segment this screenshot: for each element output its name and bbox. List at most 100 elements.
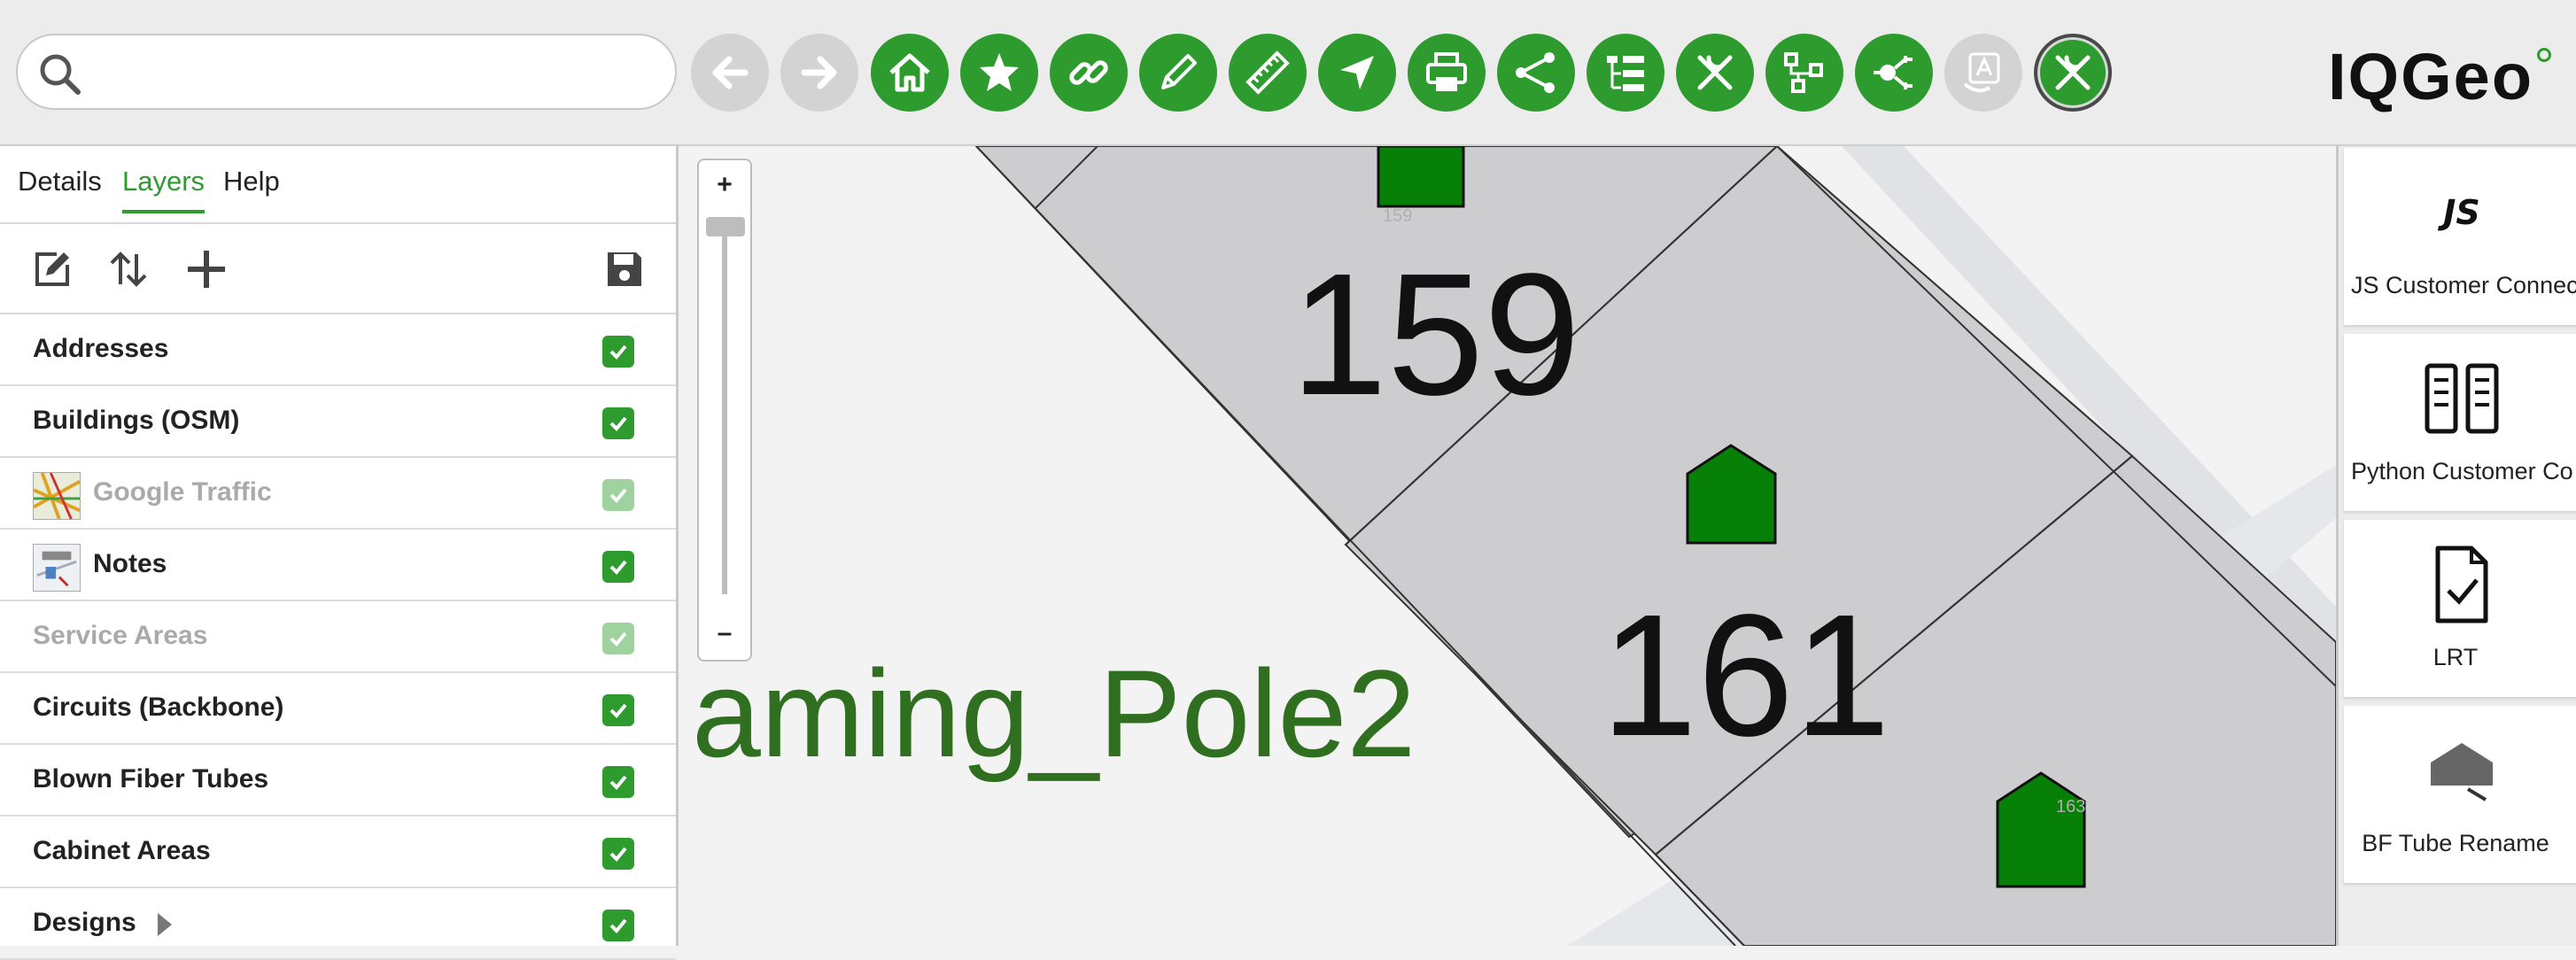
layer-label: Google Traffic bbox=[93, 477, 272, 507]
zoom-slider-handle[interactable] bbox=[706, 217, 745, 236]
js-icon-text: JS bbox=[2443, 193, 2480, 232]
app-card-label: Python Customer Co bbox=[2351, 458, 2573, 484]
app-card-js-customer-connect[interactable]: JS JS Customer Connect bbox=[2344, 148, 2576, 325]
document-check-icon bbox=[2435, 546, 2488, 623]
arrow-left-icon bbox=[712, 56, 749, 89]
pencil-icon bbox=[1161, 54, 1197, 89]
tab-layers[interactable]: Layers bbox=[122, 166, 206, 213]
arrow-right-icon bbox=[801, 56, 837, 89]
layer-checkbox[interactable] bbox=[602, 407, 634, 439]
forward-button[interactable] bbox=[780, 34, 858, 112]
app-card-label: LRT bbox=[2432, 644, 2479, 670]
logo-dot bbox=[2537, 48, 2551, 62]
tab-help[interactable]: Help bbox=[223, 166, 280, 197]
logo-text: IQGeo bbox=[2328, 40, 2534, 113]
layer-checkbox[interactable] bbox=[602, 766, 634, 798]
zoom-in-button[interactable]: + bbox=[699, 160, 750, 212]
tools-button[interactable] bbox=[1676, 34, 1754, 112]
layer-label: Blown Fiber Tubes bbox=[33, 764, 269, 794]
layer-label: Circuits (Backbone) bbox=[33, 693, 284, 722]
layer-row-blown-fiber-tubes[interactable]: Blown Fiber Tubes bbox=[0, 745, 676, 817]
layer-label: Notes bbox=[93, 549, 167, 578]
edit-layers-icon[interactable] bbox=[30, 247, 74, 291]
layer-row-google-traffic[interactable]: Google Traffic bbox=[0, 458, 676, 530]
layer-row-notes[interactable]: Notes bbox=[0, 530, 676, 601]
save-icon[interactable] bbox=[602, 247, 647, 291]
zoom-out-button[interactable]: – bbox=[699, 608, 750, 660]
admin-tools-button[interactable] bbox=[2034, 34, 2112, 112]
expand-arrow-icon[interactable] bbox=[158, 913, 172, 936]
app-card-bf-tube-rename[interactable]: BF Tube Rename bbox=[2344, 706, 2576, 883]
printer-icon bbox=[1426, 52, 1467, 91]
layer-label: Buildings (OSM) bbox=[33, 406, 240, 435]
bookmark-button[interactable] bbox=[960, 34, 1038, 112]
search-box[interactable] bbox=[16, 34, 677, 110]
map-view[interactable]: 159 163 159 161 aming_Pole2 + – bbox=[681, 146, 2336, 946]
app-card-python-customer-connect[interactable]: Python Customer Co bbox=[2344, 334, 2576, 511]
pole-label: aming_Pole2 bbox=[692, 644, 1416, 783]
tab-details[interactable]: Details bbox=[18, 166, 102, 197]
tools-icon bbox=[1697, 55, 1733, 90]
search-icon bbox=[40, 54, 81, 95]
left-panel: Details Layers Help Addresses Buildings … bbox=[0, 146, 679, 960]
small-parcel-label: 159 bbox=[1383, 206, 1413, 226]
small-parcel-label: 163 bbox=[2056, 797, 2086, 817]
share-icon bbox=[1516, 52, 1555, 93]
layer-checkbox[interactable] bbox=[602, 551, 634, 583]
house-cursor-icon bbox=[2431, 743, 2493, 801]
layer-row-addresses[interactable]: Addresses bbox=[0, 314, 676, 386]
add-layer-icon[interactable] bbox=[184, 247, 229, 291]
panel-tabs: Details Layers Help bbox=[0, 146, 676, 224]
app-card-label: JS Customer Connect bbox=[2351, 272, 2576, 298]
layer-checkbox[interactable] bbox=[602, 838, 634, 870]
plug-icon bbox=[1874, 56, 1913, 89]
checkmark-icon bbox=[609, 847, 627, 862]
iqgeo-logo: IQGeo bbox=[2328, 34, 2551, 113]
traffic-map-icon bbox=[33, 472, 81, 520]
python-columns-icon bbox=[2425, 363, 2499, 434]
checkmark-icon bbox=[609, 703, 627, 718]
layer-checkbox[interactable] bbox=[602, 479, 634, 511]
layer-row-buildings[interactable]: Buildings (OSM) bbox=[0, 386, 676, 458]
layer-label: Addresses bbox=[33, 334, 169, 363]
right-panel: JS JS Customer Connect Python Customer C… bbox=[2336, 146, 2576, 946]
wrench-screwdriver-icon bbox=[2055, 55, 2091, 90]
measure-button[interactable] bbox=[1229, 34, 1307, 112]
checkmark-icon bbox=[609, 488, 627, 503]
home-icon bbox=[889, 53, 930, 92]
layer-row-cabinet-areas[interactable]: Cabinet Areas bbox=[0, 817, 676, 888]
layer-row-circuits[interactable]: Circuits (Backbone) bbox=[0, 673, 676, 745]
layer-row-designs[interactable]: Designs bbox=[0, 888, 676, 960]
layer-checkbox[interactable] bbox=[602, 623, 634, 654]
connect-button[interactable] bbox=[1855, 34, 1933, 112]
layer-checkbox[interactable] bbox=[602, 694, 634, 726]
back-button[interactable] bbox=[691, 34, 769, 112]
translate-button[interactable] bbox=[1944, 34, 2022, 112]
layer-row-service-areas[interactable]: Service Areas bbox=[0, 601, 676, 673]
ruler-icon bbox=[1245, 50, 1290, 95]
app-card-lrt[interactable]: LRT bbox=[2344, 520, 2576, 697]
navigate-button[interactable] bbox=[1318, 34, 1396, 112]
app-card-label: BF Tube Rename bbox=[2362, 830, 2549, 856]
checkmark-icon bbox=[609, 918, 627, 933]
zoom-track[interactable] bbox=[722, 222, 727, 594]
sort-layers-icon[interactable] bbox=[106, 247, 151, 291]
layer-checkbox[interactable] bbox=[602, 910, 634, 941]
print-button[interactable] bbox=[1408, 34, 1486, 112]
search-input[interactable] bbox=[97, 44, 659, 101]
zoom-control: + – bbox=[697, 159, 752, 662]
tree-button[interactable] bbox=[1587, 34, 1664, 112]
edit-button[interactable] bbox=[1139, 34, 1217, 112]
hierarchy-list-icon bbox=[1607, 56, 1644, 91]
link-button[interactable] bbox=[1050, 34, 1128, 112]
network-button[interactable] bbox=[1765, 34, 1843, 112]
checkmark-icon bbox=[609, 775, 627, 790]
layer-checkbox[interactable] bbox=[602, 336, 634, 368]
js-icon: JS bbox=[2422, 173, 2502, 252]
layer-label: Cabinet Areas bbox=[33, 836, 211, 865]
notes-layer-icon bbox=[33, 544, 81, 592]
layer-toolbar bbox=[0, 224, 676, 314]
parcel-number: 159 bbox=[1291, 237, 1581, 431]
share-button[interactable] bbox=[1497, 34, 1575, 112]
home-button[interactable] bbox=[871, 34, 949, 112]
